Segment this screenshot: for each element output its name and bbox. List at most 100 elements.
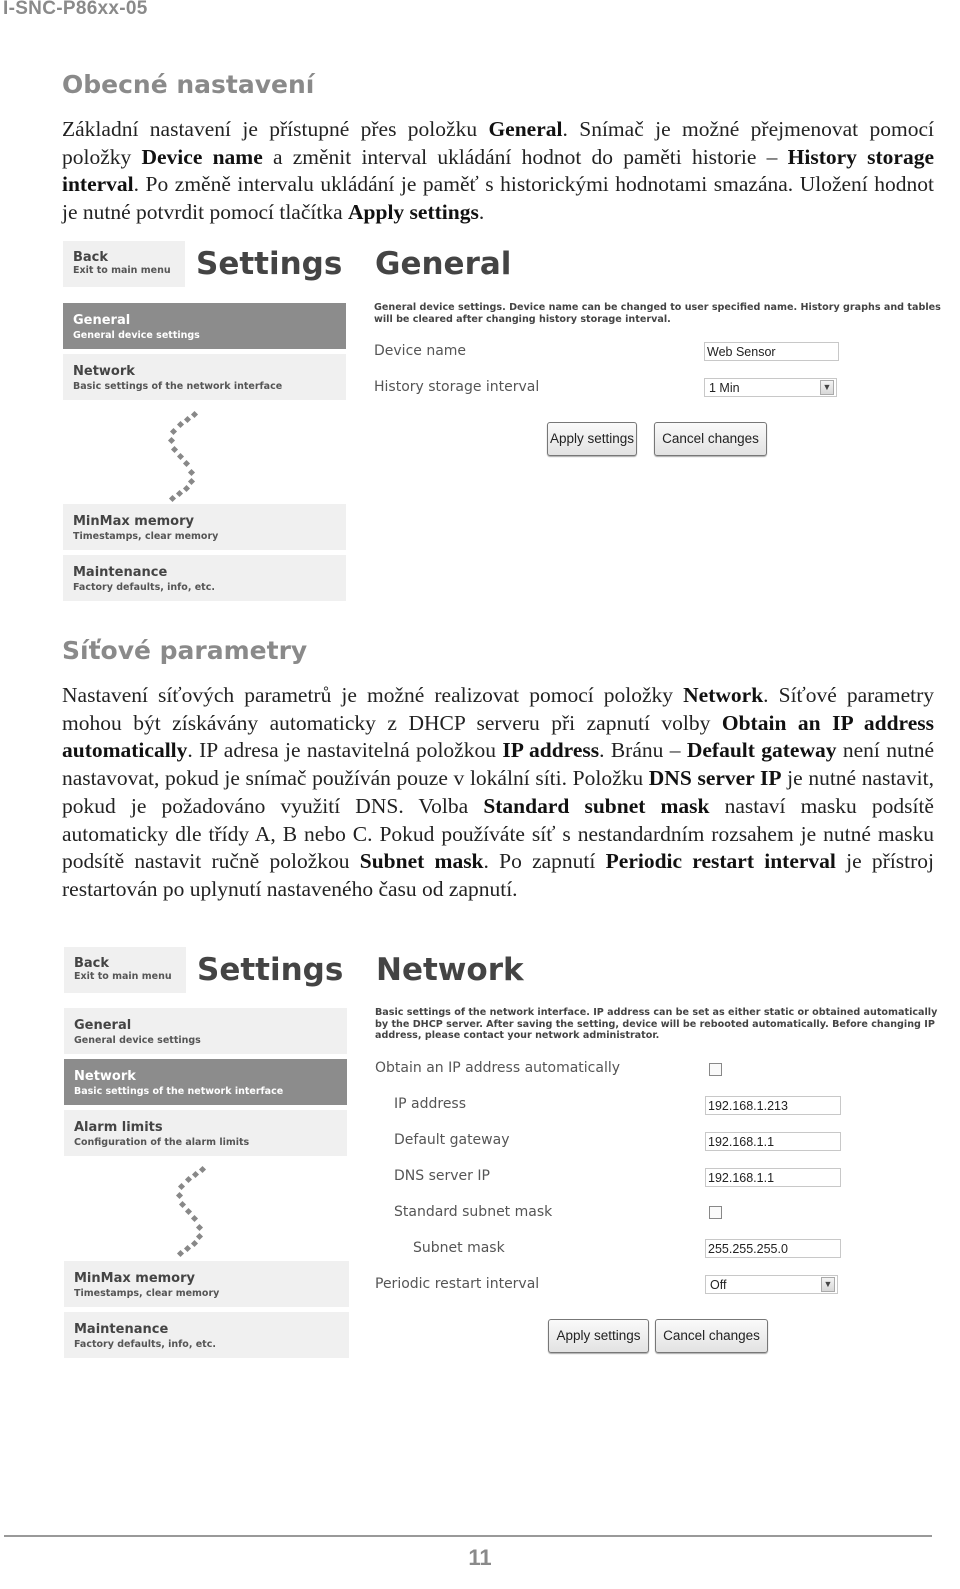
dot <box>169 427 178 436</box>
history-interval-label: History storage interval <box>374 379 540 395</box>
description-line: by the DHCP server. After saving the set… <box>375 1018 935 1030</box>
text-run: a změnit interval ukládání hodnot do pam… <box>262 144 788 169</box>
dot <box>182 484 191 493</box>
chevron-down-icon[interactable]: ▼ <box>821 1277 835 1292</box>
nav-item-subtitle: Basic settings of the network interface <box>74 1086 284 1097</box>
nav-item-subtitle: Factory defaults, info, etc. <box>74 1339 216 1350</box>
dot <box>176 452 185 461</box>
cancel-changes-button[interactable]: Cancel changes <box>654 422 767 456</box>
periodic-restart-select[interactable]: Off ▼ <box>705 1275 838 1294</box>
back-subtitle: Exit to main menu <box>74 971 172 982</box>
device-name-label: Device name <box>374 343 467 359</box>
section-heading-general: Obecné nastavení <box>62 70 315 99</box>
page-description: General device settings. Device name can… <box>374 302 941 325</box>
paragraph-general: Základní nastavení je přístupné přes pol… <box>62 116 934 227</box>
nav-item-subtitle: General device settings <box>73 330 200 341</box>
dot <box>183 1244 192 1253</box>
device-name-input[interactable]: Web Sensor <box>704 342 839 361</box>
text-run: . <box>478 200 485 225</box>
apply-settings-button[interactable]: Apply settings <box>548 1319 649 1353</box>
ip-address-label: IP address <box>394 1096 467 1112</box>
nav-item-general[interactable]: General General device settings <box>63 303 346 349</box>
text-run: . Po zapnutí <box>483 849 606 874</box>
dot <box>175 1191 184 1200</box>
nav-item-title: Alarm limits <box>74 1120 163 1135</box>
nav-item-general[interactable]: General General device settings <box>64 1008 347 1054</box>
document-code: I-SNC-P86xx-05 <box>3 0 148 19</box>
select-value: 1 Min <box>709 381 740 395</box>
dot <box>170 445 179 454</box>
nav-item-subtitle: Timestamps, clear memory <box>74 1288 220 1299</box>
text-run: . Bránu – <box>599 738 687 763</box>
nav-item-subtitle: Configuration of the alarm limits <box>74 1137 250 1148</box>
description-line: Basic settings of the network interface.… <box>375 1007 938 1018</box>
screenshot-network-settings: Back Exit to main menu Settings Network … <box>62 945 948 1365</box>
bold-term: Default gateway <box>686 738 837 763</box>
dot <box>175 489 184 498</box>
ellipsis-break-icon <box>170 1165 210 1258</box>
dot <box>184 1175 193 1184</box>
nav-item-maintenance[interactable]: Maintenance Factory defaults, info, etc. <box>63 555 346 601</box>
dot <box>191 1170 200 1179</box>
nav-item-title: Maintenance <box>74 1322 169 1337</box>
back-title: Back <box>74 956 110 971</box>
page-description: Basic settings of the network interface.… <box>375 1007 937 1042</box>
nav-item-minmax[interactable]: MinMax memory Timestamps, clear memory <box>63 504 346 550</box>
nav-item-network[interactable]: Network Basic settings of the network in… <box>63 354 346 400</box>
nav-item-title: Maintenance <box>73 565 168 580</box>
bold-term: Subnet mask <box>359 849 484 874</box>
dot <box>195 1223 204 1232</box>
dot <box>198 1165 207 1174</box>
back-button[interactable]: Back Exit to main menu <box>63 241 185 287</box>
dot <box>190 410 199 419</box>
dns-server-input[interactable]: 192.168.1.1 <box>705 1168 841 1187</box>
dot <box>178 1200 187 1209</box>
apply-settings-button[interactable]: Apply settings <box>547 422 637 456</box>
dot <box>182 459 191 468</box>
settings-title: Settings <box>197 952 344 988</box>
subnet-mask-input[interactable]: 255.255.255.0 <box>705 1239 841 1258</box>
nav-item-alarm-limits[interactable]: Alarm limits Configuration of the alarm … <box>64 1110 347 1156</box>
ellipsis-break-icon <box>162 410 202 503</box>
dot <box>176 420 185 429</box>
standard-subnet-mask-checkbox[interactable] <box>709 1206 722 1219</box>
text-run: . IP adresa je nastavitelná položkou <box>187 738 503 763</box>
subnet-mask-label: Subnet mask <box>413 1240 505 1256</box>
dot <box>184 1207 193 1216</box>
dot <box>195 1232 204 1241</box>
nav-item-title: Network <box>73 364 135 379</box>
dns-server-label: DNS server IP <box>394 1168 490 1184</box>
standard-subnet-mask-label: Standard subnet mask <box>394 1204 553 1220</box>
cancel-changes-button[interactable]: Cancel changes <box>655 1319 768 1353</box>
dot <box>190 1214 199 1223</box>
default-gateway-label: Default gateway <box>394 1132 510 1148</box>
nav-item-subtitle: Factory defaults, info, etc. <box>73 582 215 593</box>
dot <box>177 1182 186 1191</box>
periodic-restart-label: Periodic restart interval <box>375 1276 540 1292</box>
dot <box>190 1239 199 1248</box>
back-button[interactable]: Back Exit to main menu <box>64 947 186 993</box>
page-title: Network <box>376 952 524 988</box>
bold-term: Device name <box>141 144 263 169</box>
bold-term: General <box>488 117 563 141</box>
nav-item-maintenance[interactable]: Maintenance Factory defaults, info, etc. <box>64 1312 349 1358</box>
bold-term: Standard subnet mask <box>483 793 710 818</box>
nav-item-subtitle: Timestamps, clear memory <box>73 531 219 542</box>
default-gateway-input[interactable]: 192.168.1.1 <box>705 1132 841 1151</box>
select-value: Off <box>710 1278 727 1292</box>
page-number: 11 <box>468 1545 492 1570</box>
back-subtitle: Exit to main menu <box>73 265 171 276</box>
ip-address-input[interactable]: 192.168.1.213 <box>705 1096 841 1115</box>
text-run: Nastavení síťových parametrů je možné re… <box>62 683 684 707</box>
history-interval-select[interactable]: 1 Min ▼ <box>704 378 837 397</box>
screenshot-general-settings: Back Exit to main menu Settings General … <box>62 240 948 610</box>
description-line: address, please contact your network adm… <box>375 1030 660 1041</box>
description-line: will be cleared after changing history s… <box>374 313 671 325</box>
nav-item-subtitle: Basic settings of the network interface <box>73 381 283 392</box>
chevron-down-icon[interactable]: ▼ <box>820 380 834 395</box>
nav-item-minmax[interactable]: MinMax memory Timestamps, clear memory <box>64 1261 349 1307</box>
obtain-ip-auto-checkbox[interactable] <box>709 1063 722 1076</box>
description-line: General device settings. Device name can… <box>374 302 941 313</box>
nav-item-network[interactable]: Network Basic settings of the network in… <box>64 1059 347 1105</box>
nav-item-title: MinMax memory <box>74 1271 195 1286</box>
